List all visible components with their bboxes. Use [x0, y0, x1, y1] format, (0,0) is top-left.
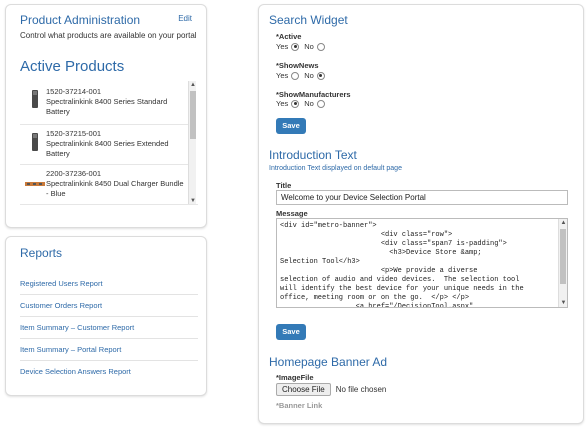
scroll-up-icon[interactable]: ▲ — [189, 81, 197, 89]
list-item[interactable]: 1520-37214-001 Spectralinkink 8400 Serie… — [20, 81, 188, 125]
product-list-scrollbar[interactable]: ▲ ▼ — [188, 81, 197, 204]
report-link-customer-orders[interactable]: Customer Orders Report — [20, 301, 198, 317]
banner-link-label: *Banner Link — [276, 401, 323, 410]
battery-image — [24, 131, 46, 153]
product-name: Spectralinkink 8450 Dual Charger Bundle … — [46, 179, 184, 198]
shownews-radio-group: Yes No — [276, 71, 330, 80]
message-scrollbar[interactable]: ▲ ▼ — [558, 219, 567, 307]
list-item[interactable]: 2200-37236-001 Spectralinkink 8450 Dual … — [20, 165, 188, 204]
charger-image — [24, 173, 46, 195]
showmanufacturers-label: *ShowManufacturers — [276, 90, 351, 99]
report-link-item-summary-customer[interactable]: Item Summary – Customer Report — [20, 323, 198, 339]
product-name: Spectralinkink 8400 Series Standard Batt… — [46, 97, 168, 116]
shownews-label: *ShowNews — [276, 61, 319, 70]
file-chooser: Choose File No file chosen — [276, 383, 386, 396]
yes-label: Yes — [276, 42, 289, 51]
message-textarea[interactable]: <div id="metro-banner"> <div class="row"… — [276, 218, 568, 308]
product-admin-panel: Product Administration Edit Control what… — [5, 4, 207, 228]
showmanufacturers-radio-group: Yes No — [276, 99, 330, 108]
edit-link[interactable]: Edit — [178, 14, 192, 23]
active-yes-radio[interactable] — [291, 42, 300, 51]
active-no-radio[interactable] — [316, 42, 325, 51]
no-file-text: No file chosen — [335, 385, 387, 394]
title-input[interactable]: Welcome to your Device Selection Portal — [276, 190, 568, 205]
list-item[interactable]: 1520-37215-001 Spectralinkink 8400 Serie… — [20, 125, 188, 165]
yes-label: Yes — [276, 99, 289, 108]
no-label: No — [304, 71, 314, 80]
product-admin-title: Product Administration — [20, 13, 141, 27]
title-label: Title — [276, 181, 292, 190]
imagefile-label: *ImageFile — [276, 373, 314, 382]
no-label: No — [304, 42, 314, 51]
settings-panel: Search Widget *Active Yes No *ShowNews Y… — [258, 4, 584, 424]
scroll-down-icon[interactable]: ▼ — [559, 299, 567, 307]
active-products-title: Active Products — [20, 58, 125, 75]
banner-title: Homepage Banner Ad — [269, 355, 388, 369]
product-admin-description: Control what products are available on y… — [20, 31, 197, 40]
scroll-thumb[interactable] — [190, 91, 196, 139]
introduction-title: Introduction Text — [269, 148, 357, 162]
yes-label: Yes — [276, 71, 289, 80]
report-link-device-selection[interactable]: Device Selection Answers Report — [20, 367, 198, 382]
reports-panel: Reports Registered Users Report Customer… — [5, 236, 207, 396]
scroll-thumb[interactable] — [560, 229, 566, 284]
showmanufacturers-no-radio[interactable] — [316, 99, 325, 108]
introduction-save-button[interactable]: Save — [276, 324, 306, 340]
product-sku: 2200-37236-001 — [46, 169, 102, 178]
product-name: Spectralinkink 8400 Series Extended Batt… — [46, 139, 169, 158]
message-content[interactable]: <div id="metro-banner"> <div class="row"… — [277, 219, 567, 307]
scroll-down-icon[interactable]: ▼ — [189, 197, 197, 204]
product-sku: 1520-37214-001 — [46, 87, 102, 96]
scroll-up-icon[interactable]: ▲ — [559, 219, 567, 227]
search-widget-title: Search Widget — [269, 13, 348, 27]
report-link-registered-users[interactable]: Registered Users Report — [20, 279, 198, 295]
product-list[interactable]: 1520-37214-001 Spectralinkink 8400 Serie… — [20, 81, 198, 205]
choose-file-button[interactable]: Choose File — [276, 383, 331, 396]
shownews-no-radio[interactable] — [316, 71, 325, 80]
search-widget-save-button[interactable]: Save — [276, 118, 306, 134]
battery-image — [24, 88, 46, 110]
introduction-note: Introduction Text displayed on default p… — [269, 165, 402, 172]
active-radio-group: Yes No — [276, 42, 330, 51]
showmanufacturers-yes-radio[interactable] — [291, 99, 300, 108]
reports-title: Reports — [20, 246, 63, 260]
active-label: *Active — [276, 32, 302, 41]
message-label: Message — [276, 209, 308, 218]
no-label: No — [304, 99, 314, 108]
shownews-yes-radio[interactable] — [291, 71, 300, 80]
product-sku: 1520-37215-001 — [46, 129, 102, 138]
report-link-item-summary-portal[interactable]: Item Summary – Portal Report — [20, 345, 198, 361]
